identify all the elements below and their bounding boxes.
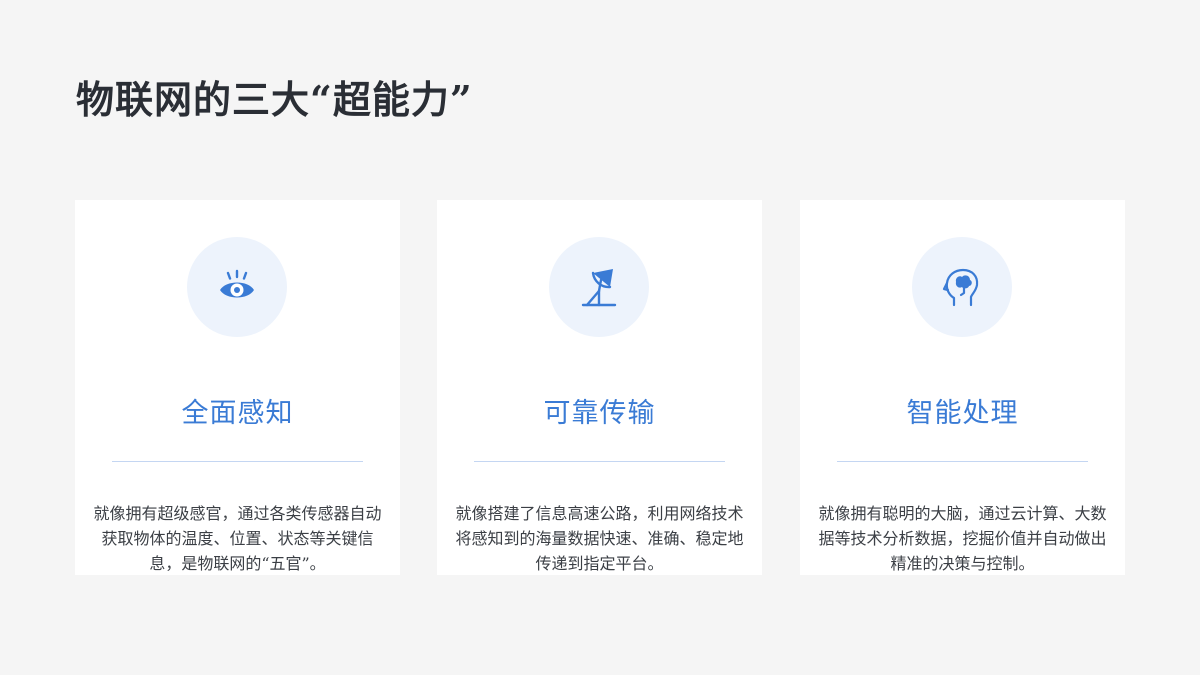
card-divider [837, 461, 1088, 462]
feature-card-transmission: 可靠传输 就像搭建了信息高速公路，利用网络技术将感知到的海量数据快速、准确、稳定… [437, 200, 762, 575]
card-title: 全面感知 [181, 398, 294, 429]
page-title: 物联网的三大“超能力” [76, 77, 473, 122]
icon-badge [187, 237, 287, 337]
feature-card-perception: 全面感知 就像拥有超级感官，通过各类传感器自动获取物体的温度、位置、状态等关键信… [75, 200, 400, 575]
card-title: 可靠传输 [543, 398, 656, 429]
card-description: 就像拥有超级感官，通过各类传感器自动获取物体的温度、位置、状态等关键信息，是物联… [93, 504, 382, 573]
card-title: 智能处理 [906, 398, 1019, 429]
brain-head-icon [942, 268, 979, 307]
satellite-dish-icon [581, 269, 617, 307]
icon-badge [912, 237, 1012, 337]
icon-badge [549, 237, 649, 337]
feature-card-processing: 智能处理 就像拥有聪明的大脑，通过云计算、大数据等技术分析数据，挖掘价值并自动做… [800, 200, 1125, 575]
card-description: 就像拥有聪明的大脑，通过云计算、大数据等技术分析数据，挖掘价值并自动做出精准的决… [818, 504, 1107, 573]
eye-icon [220, 269, 254, 298]
card-divider [112, 461, 363, 462]
card-divider [474, 461, 725, 462]
card-description: 就像搭建了信息高速公路，利用网络技术将感知到的海量数据快速、准确、稳定地传递到指… [455, 504, 744, 573]
